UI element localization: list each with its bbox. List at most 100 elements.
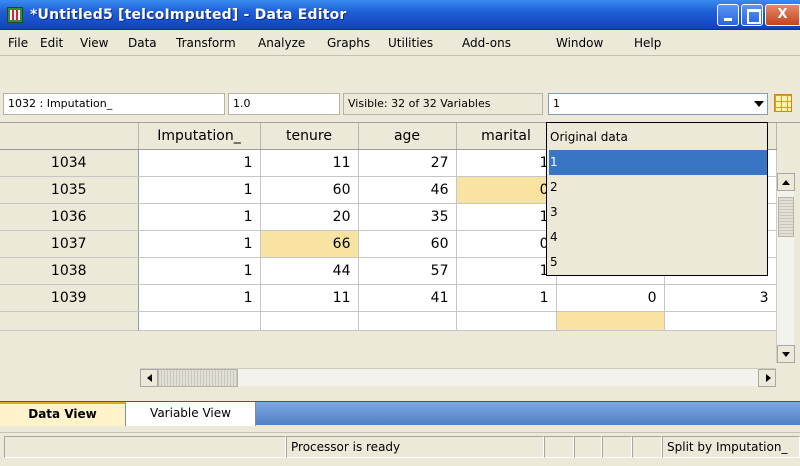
vertical-scrollbar[interactable] (776, 173, 795, 363)
status-processor: Processor is ready (286, 436, 544, 458)
menu-utilities[interactable]: Utilities (388, 36, 433, 50)
table-cell[interactable]: 57 (358, 257, 457, 285)
table-cell[interactable]: 44 (260, 257, 359, 285)
row-header[interactable]: 1036 (0, 203, 139, 231)
table-cell[interactable]: 27 (358, 149, 457, 177)
table-cell[interactable]: 1 (456, 257, 557, 285)
table-cell[interactable]: 3 (664, 284, 777, 312)
menu-data[interactable]: Data (128, 36, 157, 50)
title-bar: *Untitled5 [telcoImputed] - Data Editor … (0, 0, 800, 30)
table-cell[interactable]: 1 (456, 203, 557, 231)
arrow-right-icon (766, 374, 771, 382)
row-header[interactable]: 1034 (0, 149, 139, 177)
scroll-up-button[interactable] (777, 173, 795, 191)
close-button[interactable]: X (765, 4, 800, 26)
chevron-down-icon[interactable] (754, 101, 764, 107)
table-cell[interactable]: 1 (138, 284, 261, 312)
table-cell[interactable]: 60 (358, 230, 457, 258)
table-cell[interactable]: 1 (456, 284, 557, 312)
menu-add-ons[interactable]: Add-ons (462, 36, 511, 50)
dropdown-option-2[interactable]: 2 (549, 175, 767, 200)
dropdown-option-3[interactable]: 3 (549, 200, 767, 225)
table-cell[interactable]: 1 (138, 203, 261, 231)
maximize-button[interactable] (741, 4, 763, 26)
scroll-right-button[interactable] (758, 369, 776, 387)
dropdown-option-1[interactable]: 1 (549, 150, 767, 175)
table-cell[interactable] (138, 311, 261, 331)
table-cell[interactable]: 41 (358, 284, 457, 312)
data-editor-icon (7, 6, 23, 23)
cell-value-field[interactable]: 1.0 (228, 93, 340, 115)
table-cell[interactable]: 1 (456, 149, 557, 177)
column-header[interactable]: marital (456, 123, 557, 150)
table-cell[interactable]: 0 (556, 284, 665, 312)
menu-graphs[interactable]: Graphs (327, 36, 370, 50)
cell-reference-field[interactable]: 1032 : Imputation_ (3, 93, 225, 115)
status-panel-empty (632, 436, 662, 458)
table-cell[interactable] (456, 311, 557, 331)
menu-edit[interactable]: Edit (40, 36, 63, 50)
table-cell[interactable] (260, 311, 359, 331)
corner-cell[interactable] (0, 123, 139, 150)
table-cell[interactable] (664, 311, 777, 331)
table-cell[interactable]: 1 (138, 230, 261, 258)
table-row: 1039 1 11 41 1 0 3 (0, 284, 777, 312)
row-header[interactable]: 1038 (0, 257, 139, 285)
visible-variables-label: Visible: 32 of 32 Variables (343, 93, 543, 115)
arrow-down-icon (782, 352, 790, 357)
menu-help[interactable]: Help (634, 36, 661, 50)
status-panel-empty (602, 436, 632, 458)
menu-transform[interactable]: Transform (176, 36, 236, 50)
imputed-cell[interactable]: 0 (456, 176, 557, 204)
status-panel-empty (574, 436, 602, 458)
window-title: *Untitled5 [telcoImputed] - Data Editor (30, 6, 347, 23)
scroll-down-button[interactable] (777, 345, 795, 363)
row-header[interactable] (0, 311, 139, 331)
menu-bar: File Edit View Data Transform Analyze Gr… (0, 30, 800, 56)
column-header[interactable]: age (358, 123, 457, 150)
horizontal-scroll-thumb[interactable] (158, 369, 238, 387)
table-cell[interactable]: 1 (138, 149, 261, 177)
minimize-button[interactable] (717, 4, 739, 26)
row-header[interactable]: 1035 (0, 176, 139, 204)
scroll-left-button[interactable] (140, 369, 158, 387)
horizontal-scrollbar[interactable] (140, 368, 776, 387)
menu-view[interactable]: View (80, 36, 108, 50)
table-cell[interactable]: 0 (456, 230, 557, 258)
value-labels-icon[interactable] (774, 94, 792, 112)
menu-window[interactable]: Window (556, 36, 603, 50)
split-file-selector[interactable]: 1 (548, 93, 768, 115)
imputed-cell[interactable] (556, 311, 665, 331)
cell-editor-bar: 1032 : Imputation_ 1.0 Visible: 32 of 32… (0, 57, 800, 120)
menu-file[interactable]: File (8, 36, 28, 50)
table-cell[interactable]: 11 (260, 149, 359, 177)
row-header[interactable]: 1039 (0, 284, 139, 312)
column-header[interactable]: tenure (260, 123, 359, 150)
table-cell[interactable]: 60 (260, 176, 359, 204)
menu-analyze[interactable]: Analyze (258, 36, 305, 50)
arrow-up-icon (782, 180, 790, 185)
status-panel-empty (544, 436, 574, 458)
table-cell[interactable]: 1 (138, 176, 261, 204)
table-row (0, 311, 777, 331)
row-header[interactable]: 1037 (0, 230, 139, 258)
status-panel-empty (4, 436, 286, 458)
table-cell[interactable] (358, 311, 457, 331)
view-tab-bar: Data View Variable View (0, 401, 800, 426)
dropdown-option-5[interactable]: 5 (549, 250, 767, 275)
imputed-cell[interactable]: 66 (260, 230, 359, 258)
column-header[interactable]: Imputation_ (138, 123, 261, 150)
table-cell[interactable]: 11 (260, 284, 359, 312)
dropdown-option-original[interactable]: Original data (549, 125, 767, 150)
tab-data-view[interactable]: Data View (0, 402, 126, 426)
table-cell[interactable]: 20 (260, 203, 359, 231)
split-file-dropdown: Original data 1 2 3 4 5 (546, 122, 768, 276)
tab-variable-view[interactable]: Variable View (126, 402, 256, 426)
split-selected-value: 1 (553, 97, 560, 110)
vertical-scroll-thumb[interactable] (778, 197, 794, 237)
dropdown-option-4[interactable]: 4 (549, 225, 767, 250)
status-bar: Processor is ready Split by Imputation_ (0, 432, 800, 460)
table-cell[interactable]: 1 (138, 257, 261, 285)
table-cell[interactable]: 35 (358, 203, 457, 231)
table-cell[interactable]: 46 (358, 176, 457, 204)
